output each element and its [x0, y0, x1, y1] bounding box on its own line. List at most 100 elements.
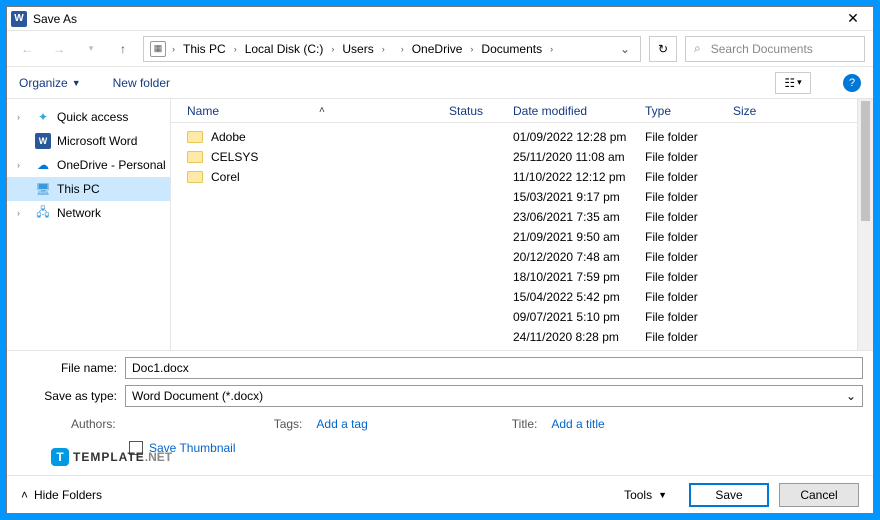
breadcrumb-segment[interactable] [391, 47, 395, 51]
breadcrumb-segment[interactable]: Users [340, 40, 375, 58]
table-row[interactable]: 15/04/2022 5:42 pmFile folder [187, 287, 857, 307]
tags-value[interactable]: Add a tag [316, 417, 367, 431]
col-size[interactable]: Size [733, 104, 857, 118]
chevron-right-icon[interactable]: › [468, 44, 475, 54]
toolbar: Organize▼ New folder ☷ ▾ ? [7, 67, 873, 99]
folder-icon [187, 131, 203, 143]
close-icon[interactable]: ✕ [837, 7, 869, 30]
col-status[interactable]: Status [449, 104, 513, 118]
file-type: File folder [645, 150, 733, 164]
title-meta-value[interactable]: Add a title [551, 417, 604, 431]
table-row[interactable]: 23/06/2021 7:35 amFile folder [187, 207, 857, 227]
table-row[interactable]: Corel11/10/2022 12:12 pmFile folder [187, 167, 857, 187]
file-date: 21/09/2021 9:50 am [513, 230, 645, 244]
sidebar-item-this-pc[interactable]: ›🖥This PC [7, 177, 170, 201]
template-net-logo: T TEMPLATE.NET [51, 447, 863, 467]
refresh-button[interactable]: ↻ [649, 36, 677, 62]
window-title: Save As [33, 12, 837, 26]
search-icon: ⌕ [694, 41, 701, 56]
folder-icon [187, 151, 203, 163]
table-row[interactable]: 15/03/2021 9:17 pmFile folder [187, 187, 857, 207]
chevron-down-icon: ▼ [72, 78, 81, 88]
sidebar-item-quick-access[interactable]: ›✦Quick access [7, 105, 170, 129]
logo-icon: T [51, 448, 69, 466]
col-date[interactable]: Date modified [513, 104, 645, 118]
table-row[interactable]: Adobe01/09/2022 12:28 pmFile folder [187, 127, 857, 147]
chevron-down-icon: ⌄ [846, 389, 856, 403]
breadcrumb-segment[interactable]: OneDrive [410, 40, 465, 58]
chevron-right-icon[interactable]: › [380, 44, 387, 54]
file-type: File folder [645, 270, 733, 284]
save-form: File name: Save as type: Word Document (… [7, 350, 873, 475]
folder-icon [187, 171, 203, 183]
breadcrumb-bar[interactable]: ▦ › This PC › Local Disk (C:) › Users › … [143, 36, 641, 62]
chevron-right-icon[interactable]: › [232, 44, 239, 54]
table-row[interactable]: 21/09/2021 9:50 amFile folder [187, 227, 857, 247]
table-row[interactable]: CELSYS25/11/2020 11:08 amFile folder [187, 147, 857, 167]
table-row[interactable]: 20/12/2020 7:48 amFile folder [187, 247, 857, 267]
hide-folders-button[interactable]: ˄Hide Folders [21, 488, 102, 502]
chevron-right-icon[interactable]: › [399, 44, 406, 54]
nav-up-button[interactable]: ↑ [111, 37, 135, 61]
filename-label: File name: [17, 361, 125, 375]
sidebar-item-network[interactable]: ›🖧Network [7, 201, 170, 225]
file-type: File folder [645, 170, 733, 184]
tools-menu[interactable]: Tools▼ [624, 488, 667, 502]
file-date: 23/06/2021 7:35 am [513, 210, 645, 224]
chevron-right-icon[interactable]: › [170, 44, 177, 54]
table-row[interactable]: 24/11/2020 8:28 pmFile folder [187, 327, 857, 347]
chevron-right-icon[interactable]: › [329, 44, 336, 54]
file-type: File folder [645, 310, 733, 324]
breadcrumb-segment[interactable]: This PC [181, 40, 228, 58]
file-date: 11/10/2022 12:12 pm [513, 170, 645, 184]
nav-back-button[interactable]: ← [15, 37, 39, 61]
cancel-button[interactable]: Cancel [779, 483, 859, 507]
nav-forward-button[interactable]: → [47, 37, 71, 61]
file-date: 09/07/2021 5:10 pm [513, 310, 645, 324]
new-folder-button[interactable]: New folder [113, 76, 170, 90]
pc-icon: 🖥 [35, 181, 51, 197]
file-type: File folder [645, 210, 733, 224]
save-button[interactable]: Save [689, 483, 769, 507]
col-type[interactable]: Type [645, 104, 733, 118]
breadcrumb-segment[interactable]: Local Disk (C:) [243, 40, 326, 58]
star-icon: ✦ [35, 109, 51, 125]
save-as-dialog: W Save As ✕ ← → ▾ ↑ ▦ › This PC › Local … [6, 6, 874, 514]
file-date: 20/12/2020 7:48 am [513, 250, 645, 264]
breadcrumb-segment[interactable]: Documents [479, 40, 544, 58]
file-type: File folder [645, 250, 733, 264]
file-type: File folder [645, 130, 733, 144]
sidebar: ›✦Quick access ›WMicrosoft Word ›☁OneDri… [7, 99, 171, 350]
help-icon[interactable]: ? [843, 74, 861, 92]
file-date: 18/10/2021 7:59 pm [513, 270, 645, 284]
sidebar-item-word[interactable]: ›WMicrosoft Word [7, 129, 170, 153]
breadcrumb-history-dropdown[interactable]: ⌄ [616, 42, 634, 56]
search-field[interactable]: ⌕ Search Documents [685, 36, 865, 62]
body: ›✦Quick access ›WMicrosoft Word ›☁OneDri… [7, 99, 873, 350]
nav-recent-dropdown[interactable]: ▾ [79, 37, 103, 61]
sidebar-item-onedrive[interactable]: ›☁OneDrive - Personal [7, 153, 170, 177]
chevron-right-icon[interactable]: › [548, 44, 555, 54]
breadcrumb-root-icon[interactable]: ▦ [150, 41, 166, 57]
saveastype-dropdown[interactable]: Word Document (*.docx)⌄ [125, 385, 863, 407]
file-date: 24/11/2020 8:28 pm [513, 330, 645, 344]
view-options-button[interactable]: ☷ ▾ [775, 72, 811, 94]
file-type: File folder [645, 330, 733, 344]
filename-input[interactable] [125, 357, 863, 379]
tags-label: Tags: [274, 417, 303, 431]
col-name[interactable]: Name [187, 104, 219, 118]
titlebar[interactable]: W Save As ✕ [7, 7, 873, 31]
file-name: Adobe [211, 130, 246, 144]
file-name: CELSYS [211, 150, 258, 164]
organize-menu[interactable]: Organize▼ [19, 76, 81, 90]
file-list[interactable]: Adobe01/09/2022 12:28 pmFile folderCELSY… [171, 123, 857, 350]
file-date: 15/04/2022 5:42 pm [513, 290, 645, 304]
network-icon: 🖧 [35, 205, 51, 221]
table-row[interactable]: 09/07/2021 5:10 pmFile folder [187, 307, 857, 327]
sort-asc-icon[interactable]: ˄ [319, 105, 325, 116]
table-row[interactable]: 18/10/2021 7:59 pmFile folder [187, 267, 857, 287]
vertical-scrollbar[interactable] [857, 99, 873, 350]
column-headers[interactable]: Name ˄ Status Date modified Type Size [171, 99, 857, 123]
cloud-icon: ☁ [35, 157, 51, 173]
footer: ˄Hide Folders Tools▼ Save Cancel [7, 475, 873, 513]
